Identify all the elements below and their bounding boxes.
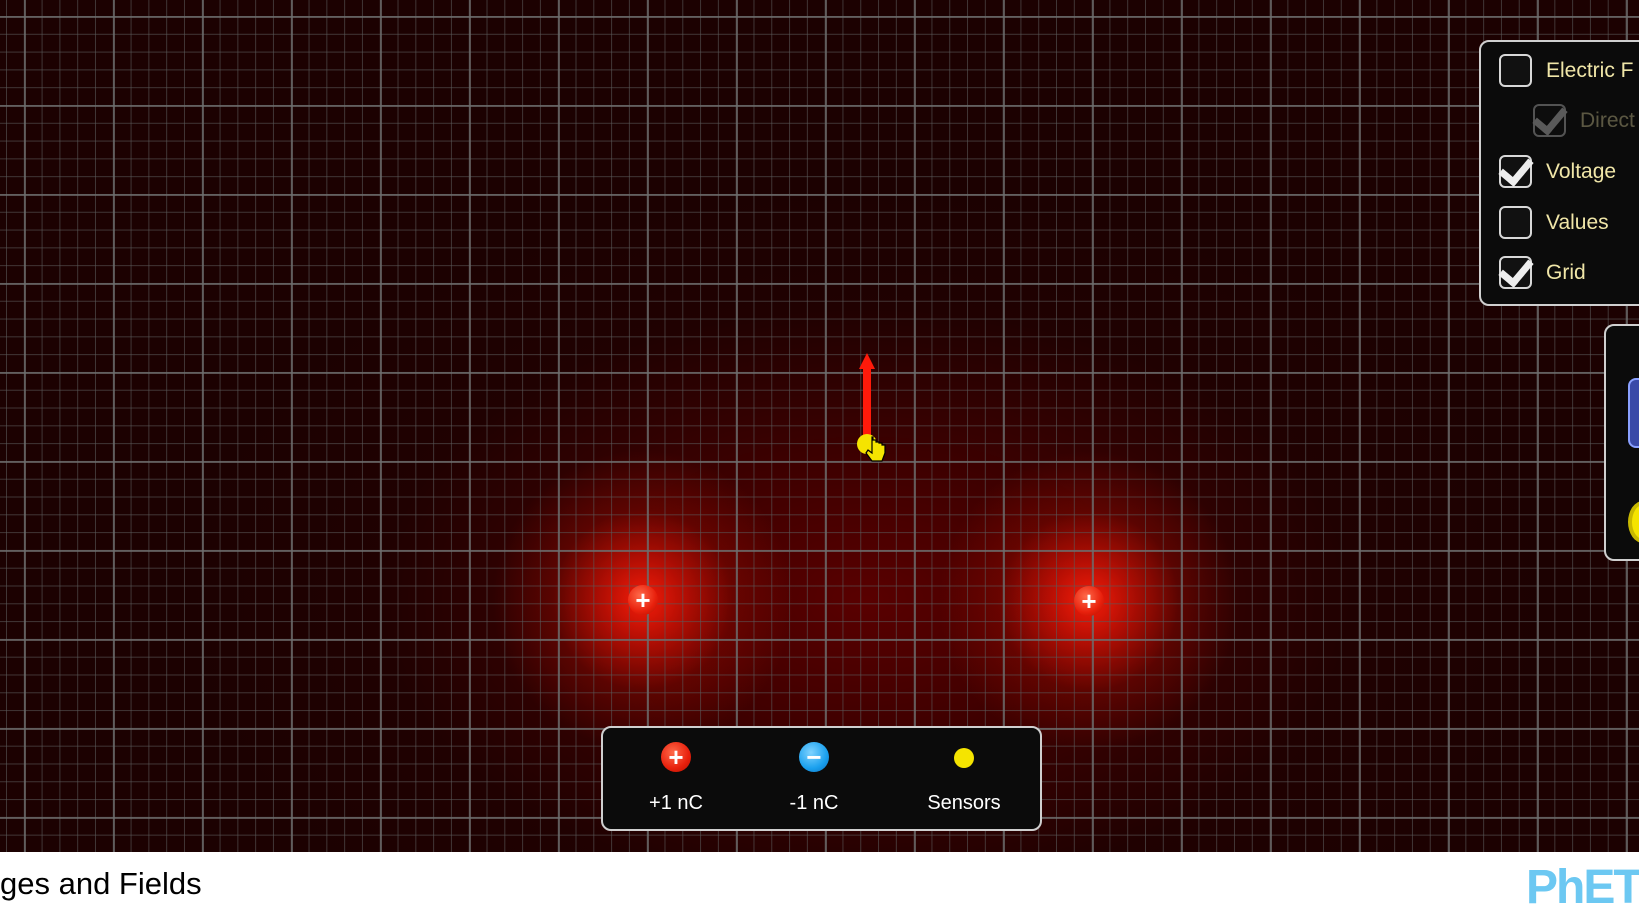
positive-charge[interactable]: + (1074, 586, 1104, 616)
field-arrow-head (859, 353, 875, 369)
tape-measure-tool[interactable] (1628, 501, 1639, 543)
sensors-label: Sensors (927, 792, 1001, 814)
checkbox-box[interactable] (1499, 155, 1532, 188)
checkbox-label: Direct (1580, 108, 1635, 132)
charges-toolbox: + +1 nC − -1 nC Sensors (601, 726, 1042, 831)
plus-icon: + (635, 585, 651, 615)
sim-title: ges and Fields (0, 866, 202, 901)
sensor-icon (954, 748, 974, 768)
sensors-source[interactable]: Sensors (904, 728, 1024, 814)
play-area[interactable]: + + Electric F Direct Voltage Values Gri… (0, 0, 1639, 852)
display-options-panel: Electric F Direct Voltage Values Grid (1479, 40, 1639, 306)
checkbox-grid[interactable]: Grid (1499, 256, 1586, 289)
checkbox-box (1533, 104, 1566, 137)
checkbox-direction-only: Direct (1533, 104, 1635, 137)
phet-logo[interactable]: PhET (1526, 860, 1639, 915)
negative-charge-source[interactable]: − -1 nC (754, 728, 874, 814)
tools-panel (1604, 324, 1639, 561)
voltmeter-tool[interactable] (1628, 378, 1639, 448)
navigation-bar: ges and Fields PhET (0, 852, 1639, 922)
negative-charge-label: -1 nC (789, 792, 839, 814)
checkbox-voltage[interactable]: Voltage (1499, 155, 1616, 188)
checkbox-electric-field[interactable]: Electric F (1499, 54, 1634, 87)
positive-charge-source[interactable]: + +1 nC (616, 728, 736, 814)
checkbox-box[interactable] (1499, 54, 1532, 87)
checkbox-label: Grid (1546, 260, 1586, 284)
checkbox-box[interactable] (1499, 206, 1532, 239)
checkbox-box[interactable] (1499, 256, 1532, 289)
plus-icon: + (661, 742, 691, 772)
checkbox-label: Voltage (1546, 159, 1617, 183)
checkbox-label: Electric F (1546, 58, 1634, 82)
minus-icon: − (799, 742, 829, 772)
checkbox-values[interactable]: Values (1499, 206, 1609, 239)
sensor[interactable] (840, 345, 900, 465)
checkbox-label: Values (1546, 210, 1609, 234)
field-arrow (863, 367, 871, 445)
positive-charge[interactable]: + (628, 585, 658, 615)
plus-icon: + (1081, 586, 1097, 616)
positive-charge-label: +1 nC (649, 792, 703, 814)
grid (0, 0, 1639, 852)
